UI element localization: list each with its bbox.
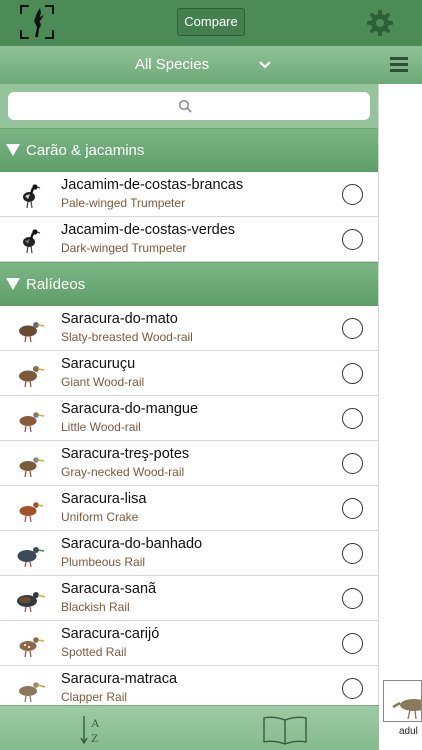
rail-bird-icon xyxy=(19,682,46,703)
species-english-name: Little Wood-rail xyxy=(61,420,141,434)
species-list-panel: Carão & jacamins Jacamim-de-costas-branc… xyxy=(0,84,379,705)
trumpeter-bird-icon xyxy=(23,184,41,209)
rail-bird-icon xyxy=(19,366,45,388)
list-item[interactable]: Saracura-treş-potes Gray-necked Wood-rai… xyxy=(0,441,378,486)
list-item[interactable]: Jacamim-de-costas-brancas Pale-winged Tr… xyxy=(0,172,378,217)
species-english-name: Plumbeous Rail xyxy=(61,555,146,569)
species-filter-label: All Species xyxy=(134,56,210,73)
species-name: Saracura-treş-potes xyxy=(61,446,190,462)
filter-bar: All Species xyxy=(0,46,422,84)
species-english-name: Clapper Rail xyxy=(61,690,128,704)
section-title: Ralídeos xyxy=(26,276,86,293)
gear-icon[interactable] xyxy=(366,9,394,37)
select-radio[interactable] xyxy=(342,543,363,564)
collapse-triangle-icon xyxy=(6,278,20,290)
species-name: Saracura-carijó xyxy=(61,626,160,642)
rail-bird-image xyxy=(392,699,421,720)
list-item[interactable]: Saracura-do-mato Slaty-breasted Wood-rai… xyxy=(0,306,378,351)
species-english-name: Blackish Rail xyxy=(61,600,130,614)
list-item[interactable]: Saracura-matraca Clapper Rail xyxy=(0,666,378,705)
species-english-name: Giant Wood-rail xyxy=(61,375,145,389)
select-radio[interactable] xyxy=(342,229,363,250)
species-name: Saracura-do-banhado xyxy=(61,536,203,552)
section-header[interactable]: Carão & jacamins xyxy=(0,128,378,172)
select-radio[interactable] xyxy=(342,363,363,384)
select-radio[interactable] xyxy=(342,184,363,205)
species-name: Saracura-matraca xyxy=(61,671,178,687)
bottom-toolbar: A Z xyxy=(0,705,379,750)
list-item[interactable]: Saracura-sanã Blackish Rail xyxy=(0,576,378,621)
species-filter-dropdown[interactable]: All Species xyxy=(0,46,378,84)
species-thumbnail[interactable] xyxy=(383,680,422,722)
species-name: Saracura-do-mangue xyxy=(61,401,199,417)
select-radio[interactable] xyxy=(342,498,363,519)
list-item[interactable]: Saracura-do-banhado Plumbeous Rail xyxy=(0,531,378,576)
rail-bird-icon xyxy=(17,547,45,568)
compare-button[interactable]: Compare xyxy=(177,8,245,36)
search-input[interactable] xyxy=(8,92,370,120)
select-radio[interactable] xyxy=(342,588,363,609)
species-name: Jacamim-de-costas-brancas xyxy=(61,177,244,193)
species-name: Saracura-lisa xyxy=(61,491,147,507)
list-item[interactable]: Saracura-lisa Uniform Crake xyxy=(0,486,378,531)
select-radio[interactable] xyxy=(342,408,363,429)
species-english-name: Pale-winged Trumpeter xyxy=(61,196,186,210)
species-name: Jacamim-de-costas-verdes xyxy=(61,222,236,238)
sort-alphabetical-icon[interactable]: A Z xyxy=(80,714,106,746)
thumbnail-label: adul xyxy=(399,726,418,737)
list-item[interactable]: Saracuruçu Giant Wood-rail xyxy=(0,351,378,396)
svg-text:A: A xyxy=(91,716,100,730)
list-item[interactable]: Jacamim-de-costas-verdes Dark-winged Tru… xyxy=(0,217,378,262)
species-english-name: Slaty-breasted Wood-rail xyxy=(61,330,193,344)
rail-bird-icon xyxy=(19,637,45,658)
select-radio[interactable] xyxy=(342,633,363,654)
rail-bird-icon xyxy=(17,592,46,613)
list-item[interactable]: Saracura-do-mangue Little Wood-rail xyxy=(0,396,378,441)
svg-text:Z: Z xyxy=(91,731,98,745)
select-radio[interactable] xyxy=(342,318,363,339)
rail-bird-icon xyxy=(19,457,45,478)
top-bar: Compare xyxy=(0,0,422,46)
species-name: Saracura-sanã xyxy=(61,581,157,597)
species-english-name: Gray-necked Wood-rail xyxy=(61,465,185,479)
species-english-name: Spotted Rail xyxy=(61,645,127,659)
rail-bird-icon xyxy=(19,502,44,523)
menu-icon[interactable] xyxy=(390,56,410,74)
book-icon[interactable] xyxy=(262,715,308,745)
search-bar xyxy=(0,84,378,128)
select-radio[interactable] xyxy=(342,678,363,699)
species-english-name: Uniform Crake xyxy=(61,510,139,524)
section-title: Carão & jacamins xyxy=(26,142,145,159)
rail-bird-icon xyxy=(19,322,45,343)
section-header[interactable]: Ralídeos xyxy=(0,262,378,306)
rail-bird-icon xyxy=(19,412,45,433)
collapse-triangle-icon xyxy=(6,144,20,156)
chevron-down-icon xyxy=(259,61,271,69)
species-english-name: Dark-winged Trumpeter xyxy=(61,241,187,255)
trumpeter-bird-icon xyxy=(23,229,41,254)
species-name: Saracuruçu xyxy=(61,356,136,372)
species-name: Saracura-do-mato xyxy=(61,311,178,327)
select-radio[interactable] xyxy=(342,453,363,474)
app-logo-icon[interactable] xyxy=(20,5,54,39)
list-item[interactable]: Saracura-carijó Spotted Rail xyxy=(0,621,378,666)
search-field-container xyxy=(8,92,370,120)
